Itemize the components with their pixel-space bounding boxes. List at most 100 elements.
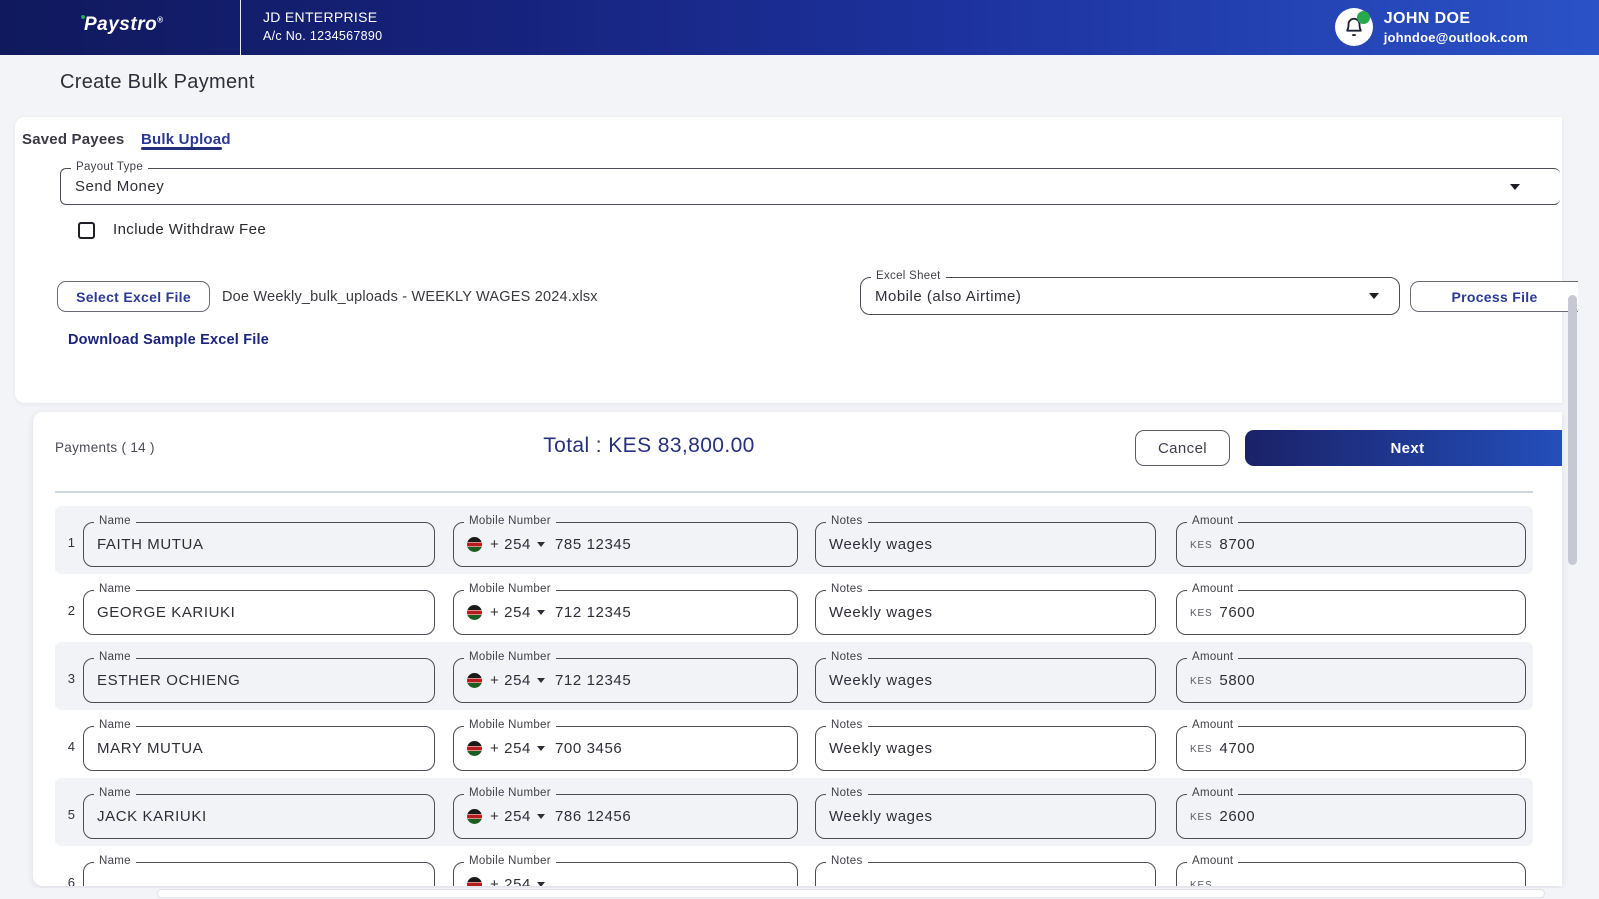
mobile-number-field[interactable]: Mobile Number + 254 <box>453 862 798 886</box>
payout-type-select[interactable]: Payout Type Send Money <box>60 168 1560 205</box>
include-withdraw-fee-checkbox[interactable] <box>78 222 95 239</box>
notes-field[interactable]: Notes <box>815 862 1156 886</box>
notes-field[interactable]: Notes Weekly wages <box>815 658 1156 703</box>
select-excel-file-button[interactable]: Select Excel File <box>57 281 210 312</box>
mobile-field-label: Mobile Number <box>464 651 556 663</box>
amount-field-value: 8700 <box>1219 536 1255 553</box>
notes-field-label: Notes <box>826 719 868 731</box>
kenya-flag-icon <box>467 809 482 824</box>
mobile-number-field[interactable]: Mobile Number + 254 712 12345 <box>453 590 798 635</box>
amount-field-label: Amount <box>1187 583 1238 595</box>
chevron-down-icon <box>537 814 545 819</box>
tab-bulk-upload[interactable]: Bulk Upload <box>141 131 231 148</box>
country-code[interactable]: + 254 <box>490 536 531 553</box>
name-field-label: Name <box>94 583 136 595</box>
country-code[interactable]: + 254 <box>490 876 531 886</box>
amount-field[interactable]: Amount KES <box>1176 862 1526 886</box>
amount-field[interactable]: Amount KES 2600 <box>1176 794 1526 839</box>
name-field-value: ESTHER OCHIENG <box>84 659 434 702</box>
notes-field-value: Weekly wages <box>816 523 1155 566</box>
row-index: 4 <box>55 739 75 754</box>
excel-sheet-value: Mobile (also Airtime) <box>861 278 1399 314</box>
name-field-label: Name <box>94 515 136 527</box>
currency-prefix: KES <box>1190 878 1212 886</box>
country-code[interactable]: + 254 <box>490 672 531 689</box>
name-field-label: Name <box>94 787 136 799</box>
kenya-flag-icon <box>467 741 482 756</box>
amount-field[interactable]: Amount KES 5800 <box>1176 658 1526 703</box>
amount-field[interactable]: Amount KES 7600 <box>1176 590 1526 635</box>
notes-field-label: Notes <box>826 515 868 527</box>
row-index: 6 <box>55 875 75 886</box>
mobile-field-value: 712 12345 <box>555 604 631 621</box>
name-field-label: Name <box>94 651 136 663</box>
notes-field[interactable]: Notes Weekly wages <box>815 590 1156 635</box>
payments-card: Payments ( 14 ) Total : KES 83,800.00 Ca… <box>33 412 1562 886</box>
name-field-value: FAITH MUTUA <box>84 523 434 566</box>
name-field[interactable]: Name MARY MUTUA <box>83 726 435 771</box>
amount-field-label: Amount <box>1187 651 1238 663</box>
tab-saved-payees[interactable]: Saved Payees <box>22 131 124 148</box>
amount-field-label: Amount <box>1187 855 1238 867</box>
user-info: JOHN DOE johndoe@outlook.com <box>1384 10 1528 45</box>
mobile-number-field[interactable]: Mobile Number + 254 700 3456 <box>453 726 798 771</box>
app-header: Paystro® JD ENTERPRISE A/c No. 123456789… <box>0 0 1599 55</box>
horizontal-scrollbar[interactable] <box>157 889 1545 898</box>
name-field[interactable]: Name ESTHER OCHIENG <box>83 658 435 703</box>
mobile-number-field[interactable]: Mobile Number + 254 786 12456 <box>453 794 798 839</box>
payment-row: 2 Name GEORGE KARIUKI Mobile Number + 25… <box>55 574 1533 642</box>
name-field[interactable]: Name GEORGE KARIUKI <box>83 590 435 635</box>
country-code[interactable]: + 254 <box>490 808 531 825</box>
payment-row: 3 Name ESTHER OCHIENG Mobile Number + 25… <box>55 642 1533 710</box>
mobile-number-field[interactable]: Mobile Number + 254 785 12345 <box>453 522 798 567</box>
row-index: 1 <box>55 535 75 550</box>
amount-field-label: Amount <box>1187 719 1238 731</box>
row-index: 3 <box>55 671 75 686</box>
payment-row: 4 Name MARY MUTUA Mobile Number + 254 70… <box>55 710 1533 778</box>
cancel-button[interactable]: Cancel <box>1135 430 1230 466</box>
amount-field[interactable]: Amount KES 8700 <box>1176 522 1526 567</box>
chevron-down-icon <box>537 542 545 547</box>
user-menu[interactable]: JOHN DOE johndoe@outlook.com <box>1335 8 1528 46</box>
chevron-down-icon <box>537 882 545 886</box>
country-code[interactable]: + 254 <box>490 604 531 621</box>
country-code[interactable]: + 254 <box>490 740 531 757</box>
download-sample-link[interactable]: Download Sample Excel File <box>68 332 269 348</box>
notes-field[interactable]: Notes Weekly wages <box>815 794 1156 839</box>
mobile-field-value: 712 12345 <box>555 672 631 689</box>
notes-field-label: Notes <box>826 855 868 867</box>
kenya-flag-icon <box>467 673 482 688</box>
payment-row: 6 Name Mobile Number + 254 Notes Amount … <box>55 846 1533 886</box>
payment-row: 1 Name FAITH MUTUA Mobile Number + 254 7… <box>55 506 1533 574</box>
row-index: 5 <box>55 807 75 822</box>
active-tab-indicator <box>141 147 222 150</box>
name-field[interactable]: Name JACK KARIUKI <box>83 794 435 839</box>
excel-sheet-select[interactable]: Excel Sheet Mobile (also Airtime) <box>860 277 1400 315</box>
mobile-number-field[interactable]: Mobile Number + 254 712 12345 <box>453 658 798 703</box>
vertical-scrollbar[interactable] <box>1568 295 1577 565</box>
user-email: johndoe@outlook.com <box>1384 30 1528 45</box>
amount-field-value: 2600 <box>1219 808 1255 825</box>
chevron-down-icon <box>537 746 545 751</box>
chevron-down-icon <box>1510 184 1520 190</box>
logo-registered-mark: ® <box>157 16 163 25</box>
mobile-field-value: 786 12456 <box>555 808 631 825</box>
notes-field[interactable]: Notes Weekly wages <box>815 522 1156 567</box>
notification-avatar[interactable] <box>1335 8 1373 46</box>
next-button[interactable]: Next <box>1245 430 1562 466</box>
page-title: Create Bulk Payment <box>60 71 255 94</box>
notes-field[interactable]: Notes Weekly wages <box>815 726 1156 771</box>
name-field[interactable]: Name <box>83 862 435 886</box>
bulk-upload-form-card: Saved Payees Bulk Upload Payout Type Sen… <box>15 117 1562 403</box>
include-withdraw-fee-label: Include Withdraw Fee <box>113 221 266 238</box>
notes-field-value: Weekly wages <box>816 591 1155 634</box>
user-name: JOHN DOE <box>1384 10 1528 28</box>
payout-type-value: Send Money <box>61 169 1560 204</box>
amount-field-value: 4700 <box>1219 740 1255 757</box>
amount-field[interactable]: Amount KES 4700 <box>1176 726 1526 771</box>
notes-field-label: Notes <box>826 583 868 595</box>
process-file-button[interactable]: Process File <box>1410 281 1578 312</box>
payments-count: Payments ( 14 ) <box>55 440 155 455</box>
name-field[interactable]: Name FAITH MUTUA <box>83 522 435 567</box>
chevron-down-icon <box>537 610 545 615</box>
